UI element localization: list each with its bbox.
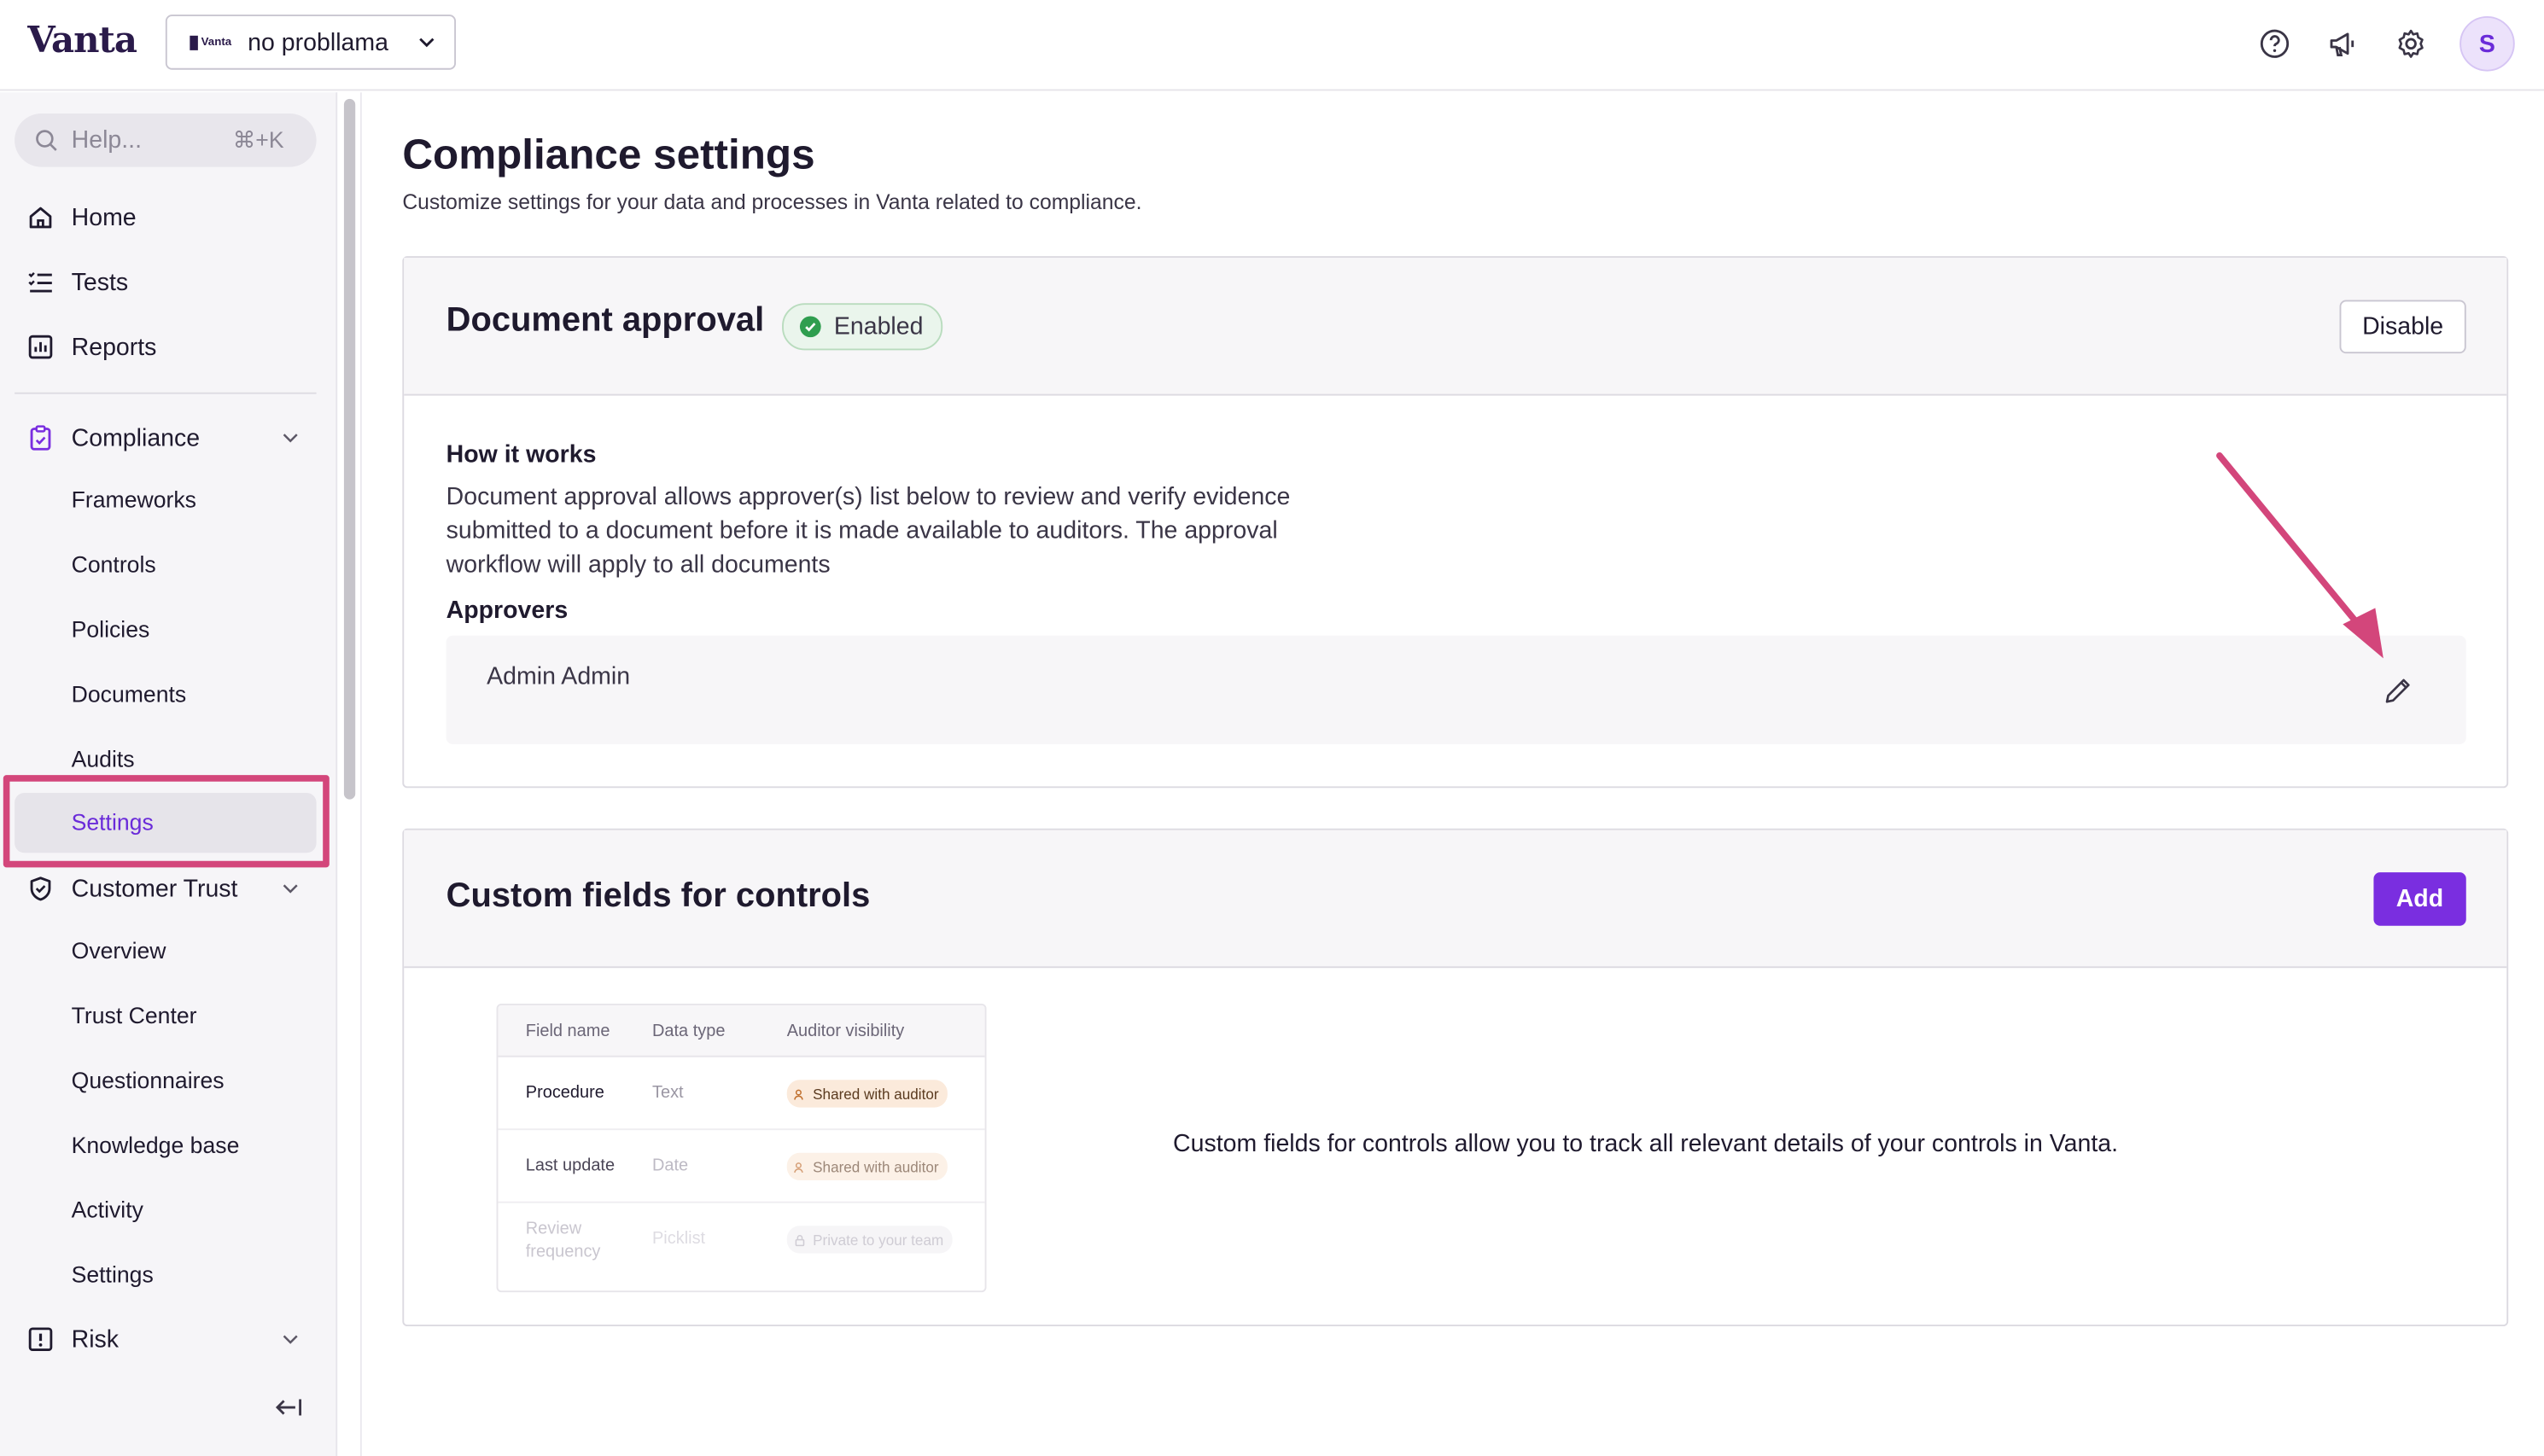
sidebar-item-customer-trust[interactable]: Customer Trust bbox=[26, 859, 314, 917]
sidebar-subitem-trust-settings[interactable]: Settings bbox=[72, 1245, 154, 1303]
sidebar-subitem-trust-center[interactable]: Trust Center bbox=[72, 986, 197, 1044]
chevron-down-icon bbox=[283, 884, 298, 894]
clipboard-icon bbox=[26, 423, 55, 452]
approver-name: Admin Admin bbox=[487, 663, 631, 691]
preview-header-cell: Field name bbox=[525, 1021, 610, 1041]
highlight-annotation bbox=[3, 775, 330, 868]
chevron-down-icon bbox=[419, 38, 435, 48]
top-bar: Vanta Vanta no probllama S bbox=[0, 0, 2544, 91]
sidebar-subitem-activity[interactable]: Activity bbox=[72, 1180, 143, 1238]
sidebar-subitem-overview[interactable]: Overview bbox=[72, 921, 166, 979]
shield-check-icon bbox=[26, 874, 55, 903]
gear-icon[interactable] bbox=[2391, 24, 2430, 63]
preview-field-name: Review frequency bbox=[525, 1219, 601, 1262]
page-subtitle: Customize settings for your data and pro… bbox=[402, 189, 1142, 214]
app-root: Vanta Vanta no probllama S Help... ⌘+K H… bbox=[0, 0, 2544, 1456]
card-header: Custom fields for controls Add bbox=[404, 830, 2507, 969]
sidebar-subitem-controls[interactable]: Controls bbox=[72, 535, 156, 593]
sidebar-subitem-documents[interactable]: Documents bbox=[72, 665, 187, 723]
search-placeholder: Help... bbox=[71, 126, 143, 154]
chevron-down-icon bbox=[283, 434, 298, 443]
sidebar-item-label: Compliance bbox=[71, 423, 201, 452]
status-badge: Enabled bbox=[782, 303, 943, 351]
how-it-works-heading: How it works bbox=[446, 440, 597, 469]
sidebar-item-label: Home bbox=[71, 203, 137, 231]
sidebar-item-reports[interactable]: Reports bbox=[26, 317, 314, 376]
approvers-heading: Approvers bbox=[446, 597, 569, 625]
sidebar-item-home[interactable]: Home bbox=[26, 188, 314, 246]
preview-row-divider bbox=[498, 1128, 985, 1131]
preview-field-name: Procedure bbox=[525, 1083, 604, 1103]
sidebar-item-tests[interactable]: Tests bbox=[26, 253, 314, 311]
workspace-logo: Vanta bbox=[190, 34, 231, 50]
preview-visibility-chip: Private to your team bbox=[786, 1226, 952, 1254]
home-icon bbox=[26, 202, 55, 231]
bar-chart-icon bbox=[26, 332, 55, 361]
people-icon bbox=[794, 1088, 803, 1099]
check-circle-icon bbox=[799, 316, 821, 338]
sidebar: Help... ⌘+K Home Tests Reports Complianc… bbox=[0, 92, 338, 1456]
pencil-edit-icon[interactable] bbox=[2382, 674, 2414, 707]
search-icon bbox=[36, 130, 57, 151]
sidebar-item-compliance[interactable]: Compliance bbox=[26, 409, 314, 467]
preview-visibility-chip: Shared with auditor bbox=[786, 1152, 948, 1181]
page-title: Compliance settings bbox=[402, 129, 815, 178]
custom-fields-description: Custom fields for controls allow you to … bbox=[1173, 1130, 2119, 1158]
chevron-down-icon bbox=[283, 1335, 298, 1344]
preview-field-name: Last update bbox=[525, 1156, 616, 1176]
workspace-switcher[interactable]: Vanta no probllama bbox=[165, 15, 457, 70]
user-avatar[interactable]: S bbox=[2459, 15, 2515, 72]
lock-icon bbox=[795, 1234, 805, 1246]
sidebar-subitem-questionnaires[interactable]: Questionnaires bbox=[72, 1051, 225, 1109]
custom-fields-preview: Field name Data type Auditor visibility … bbox=[496, 1003, 987, 1293]
status-badge-label: Enabled bbox=[833, 312, 924, 341]
how-it-works-text: Document approval allows approver(s) lis… bbox=[446, 483, 1291, 579]
preview-data-type: Date bbox=[652, 1156, 689, 1176]
collapse-sidebar-icon[interactable] bbox=[272, 1391, 305, 1424]
custom-fields-card: Custom fields for controls Add Field nam… bbox=[402, 828, 2509, 1327]
sidebar-item-label: Customer Trust bbox=[71, 874, 238, 903]
preview-data-type: Text bbox=[652, 1083, 684, 1103]
preview-row-divider bbox=[498, 1201, 985, 1203]
help-circle-icon[interactable] bbox=[2255, 24, 2295, 63]
search-shortcut: ⌘+K bbox=[232, 126, 284, 153]
sidebar-subitem-knowledge-base[interactable]: Knowledge base bbox=[72, 1115, 240, 1174]
card-title: Document approval bbox=[446, 301, 765, 340]
main-content: Compliance settings Customize settings f… bbox=[363, 92, 2544, 1456]
approvers-list: Admin Admin bbox=[446, 635, 2466, 745]
preview-visibility-chip: Shared with auditor bbox=[786, 1080, 948, 1108]
sidebar-divider bbox=[15, 392, 317, 394]
list-check-icon bbox=[26, 267, 55, 296]
help-search[interactable]: Help... ⌘+K bbox=[15, 113, 317, 167]
sidebar-item-risk[interactable]: Risk bbox=[26, 1310, 314, 1368]
card-header: Document approval Enabled Disable bbox=[404, 258, 2507, 396]
disable-button[interactable]: Disable bbox=[2339, 300, 2466, 354]
people-icon bbox=[794, 1162, 803, 1173]
vanta-logo[interactable]: Vanta bbox=[27, 20, 137, 61]
sidebar-item-label: Reports bbox=[71, 333, 157, 361]
preview-data-type: Picklist bbox=[652, 1229, 706, 1249]
workspace-name: no probllama bbox=[248, 28, 388, 56]
preview-header-cell: Auditor visibility bbox=[786, 1021, 905, 1041]
sidebar-item-label: Risk bbox=[71, 1325, 120, 1354]
sidebar-subitem-frameworks[interactable]: Frameworks bbox=[72, 470, 196, 528]
sidebar-subitem-policies[interactable]: Policies bbox=[72, 600, 150, 658]
add-button[interactable]: Add bbox=[2373, 872, 2466, 926]
sidebar-scrollbar-thumb[interactable] bbox=[343, 98, 356, 800]
sidebar-item-label: Tests bbox=[71, 268, 129, 296]
annotation-arrow-icon bbox=[2216, 452, 2384, 659]
top-actions: S bbox=[2255, 15, 2515, 72]
alert-square-icon bbox=[26, 1325, 55, 1354]
megaphone-icon[interactable] bbox=[2324, 24, 2363, 63]
document-approval-card: Document approval Enabled Disable How it… bbox=[402, 256, 2509, 789]
preview-header-cell: Data type bbox=[652, 1021, 726, 1041]
card-title: Custom fields for controls bbox=[446, 877, 871, 915]
